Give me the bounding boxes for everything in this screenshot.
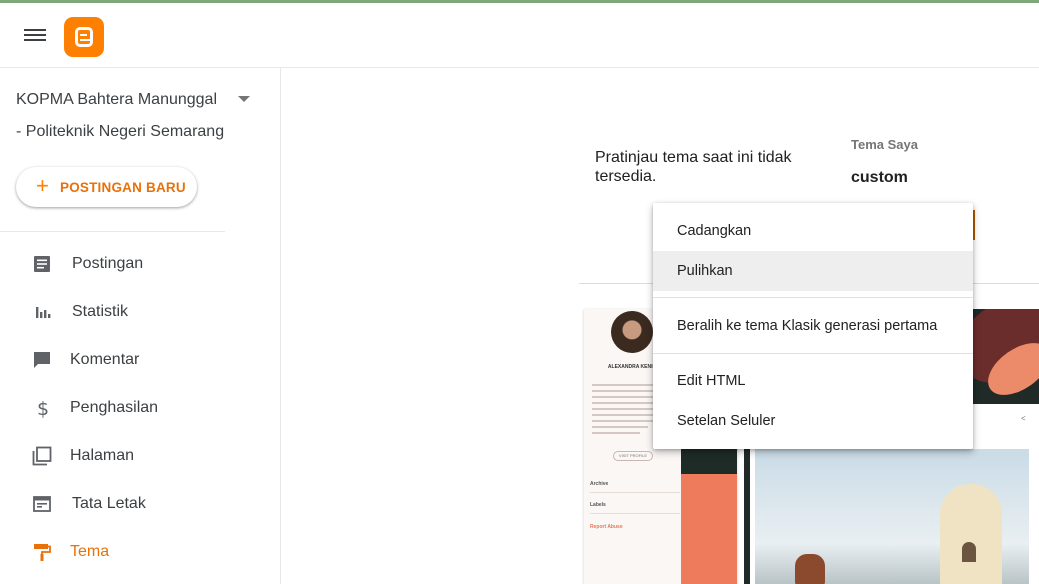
menu-item-label: Beralih ke tema Klasik generasi pertama (677, 318, 938, 334)
photo-jar (795, 554, 825, 584)
menu-item-pulihkan[interactable]: Pulihkan (653, 251, 973, 291)
sidebar-item-halaman[interactable]: Halaman (0, 432, 280, 480)
pages-icon (32, 446, 52, 466)
menu-item-label: Edit HTML (677, 373, 746, 389)
menu-item-label: Setelan Seluler (677, 413, 776, 429)
my-theme-label: Tema Saya (851, 137, 918, 152)
new-post-label: POSTINGAN BARU (60, 180, 186, 195)
labels-row: Labels (590, 502, 680, 514)
menu-item-beralih-tema-klasik[interactable]: Beralih ke tema Klasik generasi pertama (653, 306, 973, 346)
sidebar-item-label: Tema (70, 543, 110, 560)
sidebar-item-label: Halaman (70, 447, 135, 464)
blog-name[interactable]: KOPMA Bahtera Manunggal - Politeknik Neg… (16, 84, 226, 148)
posts-icon (34, 256, 50, 272)
profile-avatar (611, 311, 653, 353)
sidebar: KOPMA Bahtera Manunggal - Politeknik Neg… (0, 68, 281, 584)
visit-profile-button: VISIT PROFILE (613, 451, 653, 461)
app-header (0, 3, 1039, 68)
blogger-logo-icon[interactable] (64, 17, 104, 57)
dollar-icon: $ (37, 398, 49, 418)
sidebar-item-statistik[interactable]: Statistik (0, 288, 280, 336)
hamburger-menu-icon[interactable] (24, 26, 46, 44)
archive-row: Archive (590, 481, 680, 493)
plus-icon: + (36, 173, 49, 198)
sidebar-item-postingan[interactable]: Postingan (0, 240, 280, 288)
menu-item-label: Pulihkan (677, 263, 733, 279)
theme-options-menu: Cadangkan Pulihkan Beralih ke tema Klasi… (653, 203, 973, 449)
menu-item-cadangkan[interactable]: Cadangkan (653, 211, 973, 251)
menu-item-edit-html[interactable]: Edit HTML (653, 361, 973, 401)
share-icon: < (1021, 414, 1026, 423)
menu-divider (653, 353, 973, 354)
paint-roller-icon (34, 544, 51, 561)
blog-select-dropdown-icon[interactable] (238, 96, 250, 102)
menu-item-setelan-seluler[interactable]: Setelan Seluler (653, 401, 973, 441)
sidebar-nav: Postingan Statistik Komentar $ Penghasil… (0, 240, 280, 576)
sidebar-item-label: Penghasilan (70, 399, 159, 416)
sidebar-item-tema[interactable]: Tema (0, 528, 280, 576)
svg-text:$: $ (37, 398, 49, 418)
menu-divider (653, 297, 973, 298)
thumbnail-dark-panel (681, 449, 737, 474)
layout-icon (33, 496, 51, 512)
sidebar-item-label: Statistik (72, 303, 129, 320)
photo-tower (940, 484, 1002, 584)
photo-door (962, 542, 976, 562)
report-abuse-link: Report Abuse (590, 524, 623, 530)
stats-icon (36, 307, 51, 318)
sidebar-item-label: Komentar (70, 351, 140, 368)
sidebar-item-label: Postingan (72, 255, 144, 272)
my-theme-name: custom (851, 169, 908, 186)
new-post-button[interactable]: + POSTINGAN BARU (16, 167, 197, 207)
sidebar-item-label: Tata Letak (72, 495, 146, 512)
sidebar-item-penghasilan[interactable]: $ Penghasilan (0, 384, 280, 432)
thumbnail-coral-panel (681, 474, 737, 584)
sidebar-divider (0, 231, 225, 232)
preview-unavailable-message: Pratinjau tema saat ini tidak tersedia. (595, 149, 792, 185)
menu-item-label: Cadangkan (677, 223, 752, 239)
sidebar-item-tata-letak[interactable]: Tata Letak (0, 480, 280, 528)
comment-icon (34, 352, 50, 368)
sidebar-item-komentar[interactable]: Komentar (0, 336, 280, 384)
